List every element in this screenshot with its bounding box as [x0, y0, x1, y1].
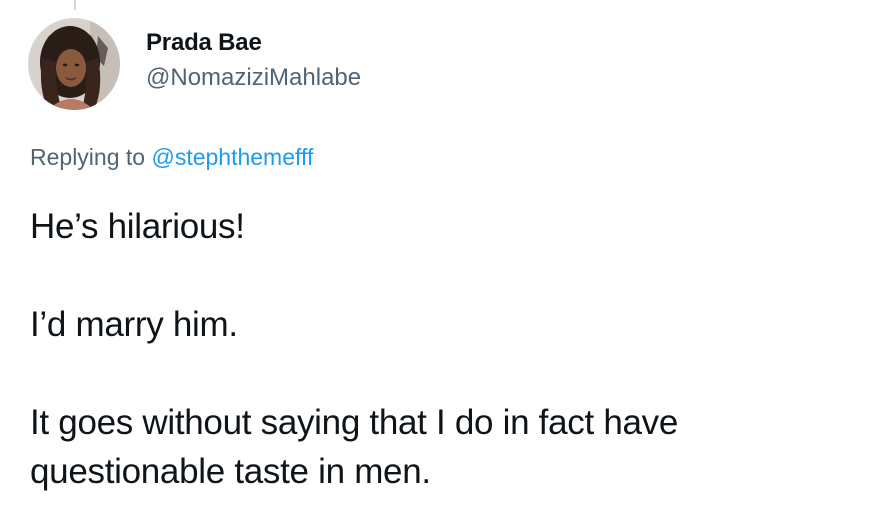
replying-to-line: Replying to @stephthemefff — [30, 143, 313, 171]
tweet-paragraph: He’s hilarious! — [30, 207, 245, 246]
thread-connector-line — [74, 0, 76, 10]
replying-to-label: Replying to — [30, 144, 152, 170]
author-block: Prada Bae @NomaziziMahlabe — [146, 28, 361, 94]
tweet-text: He’s hilarious! I’d marry him. It goes w… — [30, 202, 870, 496]
tweet-header: Prada Bae @NomaziziMahlabe — [28, 18, 361, 110]
replying-to-handle-link[interactable]: @stephthemefff — [151, 144, 313, 170]
tweet-paragraph: I’d marry him. — [30, 305, 238, 344]
author-display-name[interactable]: Prada Bae — [146, 28, 361, 58]
avatar[interactable] — [28, 18, 120, 110]
author-handle[interactable]: @NomaziziMahlabe — [146, 62, 361, 94]
tweet-paragraph: It goes without saying that I do in fact… — [30, 403, 679, 491]
